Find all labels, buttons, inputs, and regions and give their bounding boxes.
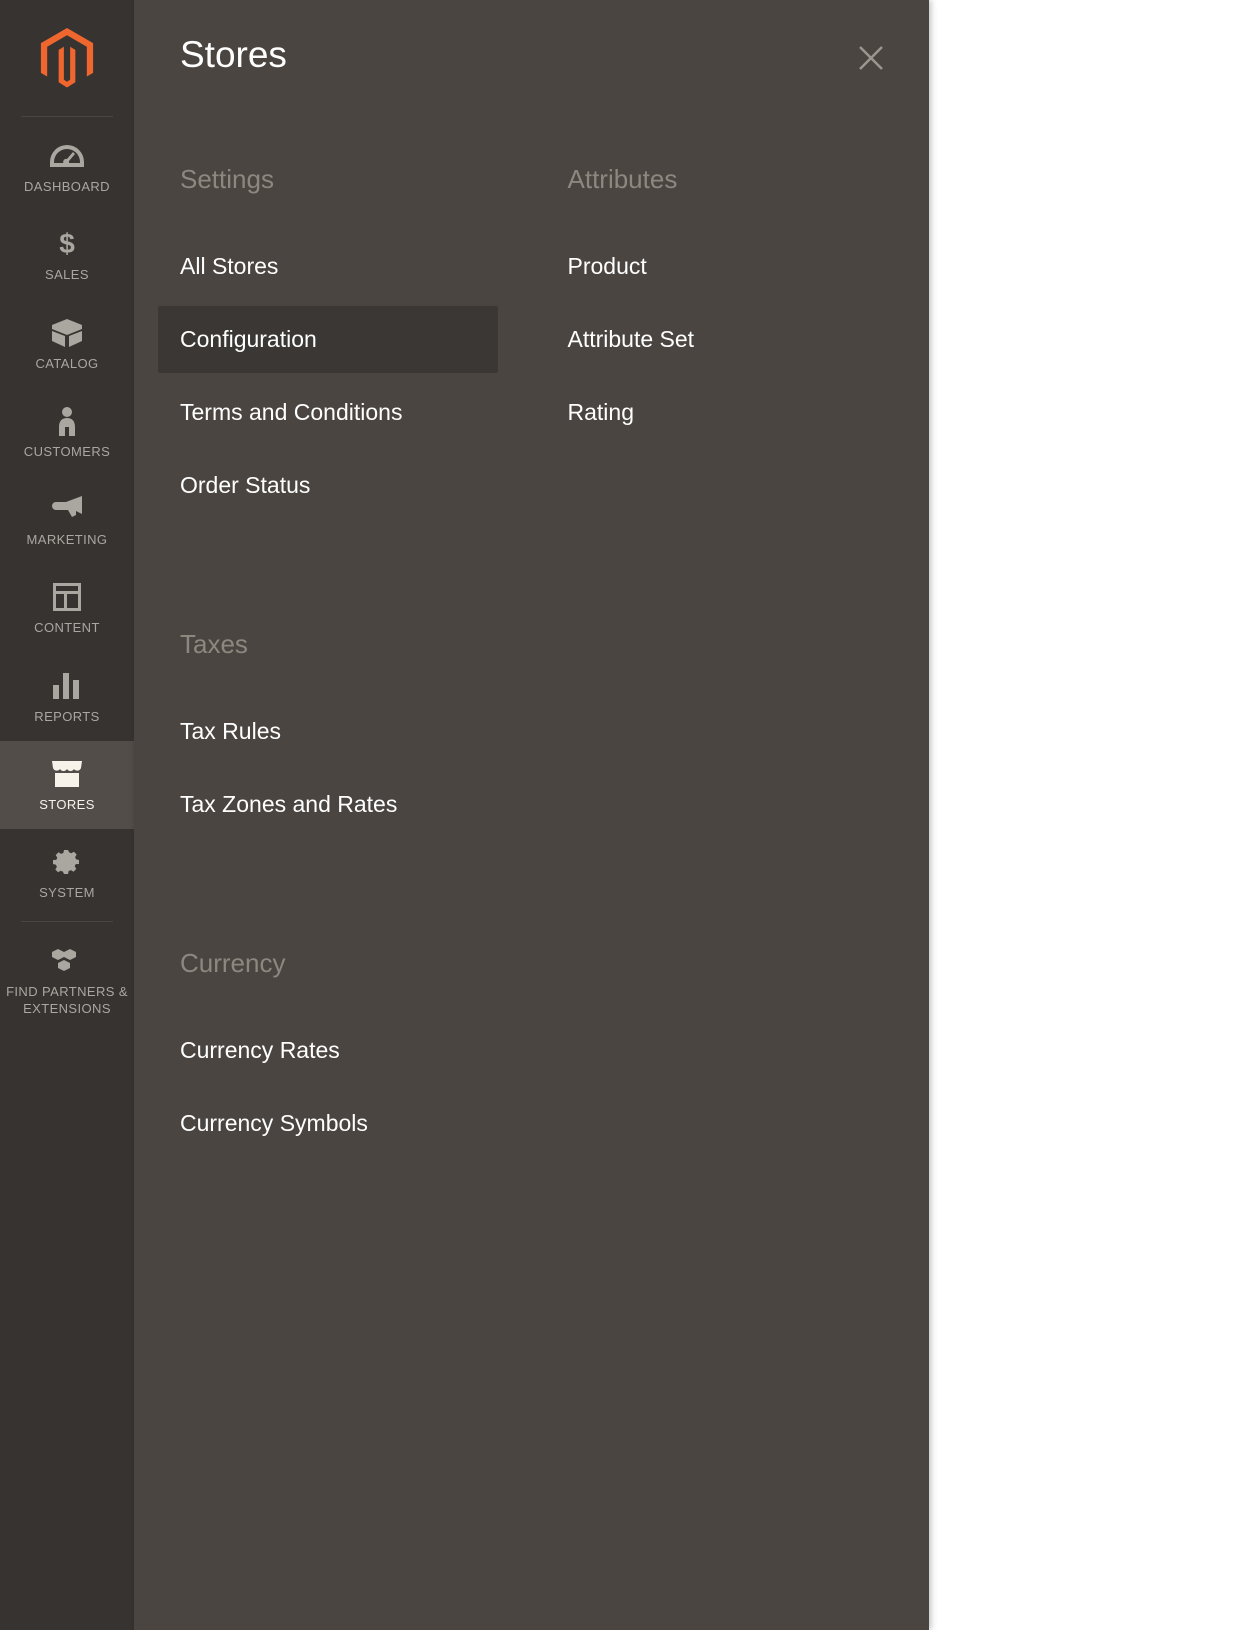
link-product[interactable]: Product [546,233,886,300]
nav-item-reports[interactable]: REPORTS [0,653,134,741]
close-icon [858,45,884,71]
flyout-column-right: Attributes Product Attribute Set Rating [568,164,886,1267]
nav-divider [21,921,113,922]
flyout-section-currency: Currency Currency Rates Currency Symbols [180,948,498,1157]
megaphone-icon [52,494,82,524]
close-button[interactable] [851,38,891,78]
nav-divider [21,116,113,117]
nav-item-dashboard[interactable]: DASHBOARD [0,123,134,211]
nav-label: MARKETING [27,532,108,548]
flyout-section-settings: Settings All Stores Configuration Terms … [180,164,498,519]
flyout-title: Stores [180,34,287,76]
nav-label: SYSTEM [39,885,95,901]
flyout-header: Stores [180,34,885,78]
nav-label: STORES [39,797,95,813]
dashboard-icon [50,141,84,171]
stores-flyout-panel: Stores Settings All Stores Configuration… [134,0,929,1630]
section-title: Settings [180,164,498,195]
section-title: Taxes [180,629,498,660]
flyout-columns: Settings All Stores Configuration Terms … [180,164,885,1267]
link-rating[interactable]: Rating [546,379,886,446]
nav-item-find-partners[interactable]: FIND PARTNERS & EXTENSIONS [0,928,134,1033]
magento-logo[interactable] [40,0,94,112]
nav-label: FIND PARTNERS & EXTENSIONS [4,984,130,1017]
flyout-section-attributes: Attributes Product Attribute Set Rating [568,164,886,446]
nav-item-system[interactable]: SYSTEM [0,829,134,917]
layout-icon [53,582,81,612]
link-order-status[interactable]: Order Status [158,452,498,519]
dollar-icon: $ [58,229,76,259]
person-icon [57,406,77,436]
section-title: Attributes [568,164,886,195]
nav-item-content[interactable]: CONTENT [0,564,134,652]
nav-item-customers[interactable]: CUSTOMERS [0,388,134,476]
page-background [929,0,1252,1630]
nav-item-stores[interactable]: STORES [0,741,134,829]
svg-text:$: $ [59,229,75,259]
section-title: Currency [180,948,498,979]
link-currency-rates[interactable]: Currency Rates [158,1017,498,1084]
nav-label: SALES [45,267,89,283]
storefront-icon [52,759,82,789]
admin-nav-rail: DASHBOARD $ SALES CATALOG CUSTOMERS MARK… [0,0,134,1630]
magento-logo-icon [40,28,94,88]
flyout-column-left: Settings All Stores Configuration Terms … [180,164,498,1267]
blocks-icon [52,946,82,976]
link-tax-zones-and-rates[interactable]: Tax Zones and Rates [158,771,498,838]
box-icon [52,318,82,348]
link-attribute-set[interactable]: Attribute Set [546,306,886,373]
nav-item-marketing[interactable]: MARKETING [0,476,134,564]
flyout-section-taxes: Taxes Tax Rules Tax Zones and Rates [180,629,498,838]
nav-item-catalog[interactable]: CATALOG [0,300,134,388]
nav-label: CATALOG [36,356,99,372]
link-tax-rules[interactable]: Tax Rules [158,698,498,765]
link-all-stores[interactable]: All Stores [158,233,498,300]
link-terms-and-conditions[interactable]: Terms and Conditions [158,379,498,446]
nav-label: DASHBOARD [24,179,110,195]
nav-label: REPORTS [34,709,99,725]
link-configuration[interactable]: Configuration [158,306,498,373]
gear-icon [53,847,81,877]
bar-chart-icon [53,671,81,701]
nav-label: CUSTOMERS [24,444,110,460]
link-currency-symbols[interactable]: Currency Symbols [158,1090,498,1157]
nav-label: CONTENT [34,620,100,636]
nav-item-sales[interactable]: $ SALES [0,211,134,299]
